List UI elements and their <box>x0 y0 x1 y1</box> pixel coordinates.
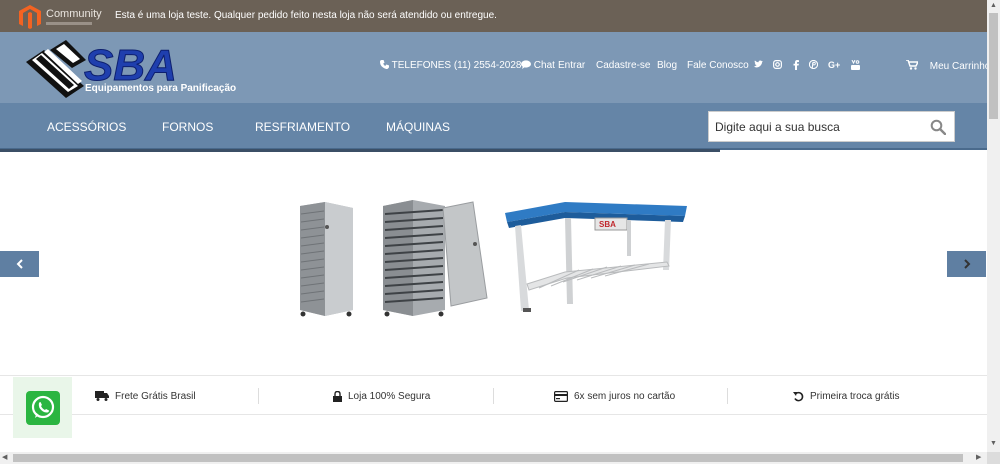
benefit-installments: 6x sem juros no cartão <box>554 376 675 416</box>
category-nav: ACESSÓRIOS FORNOS RESFRIAMENTO MÁQUINAS <box>0 103 987 150</box>
store-benefits-bar: Frete Grátis Brasil Loja 100% Segura 6x … <box>0 375 987 415</box>
chevron-right-icon <box>963 259 970 269</box>
truck-icon <box>95 391 109 401</box>
youtube-icon[interactable] <box>851 60 860 70</box>
undo-icon <box>793 391 804 401</box>
pinterest-icon[interactable] <box>809 60 818 69</box>
divider <box>258 388 259 404</box>
cart-icon <box>906 59 920 70</box>
horizontal-scrollbar[interactable]: ◀ ▶ <box>0 452 987 464</box>
chat-label: Chat <box>533 60 555 71</box>
site-header: SBA Equipamentos para Panificação TELEFO… <box>0 32 991 103</box>
phone-label: TELEFONES (11) 2554-2028 <box>391 60 522 71</box>
benefit-label: 6x sem juros no cartão <box>574 390 676 402</box>
whatsapp-icon <box>31 395 55 419</box>
chat-link[interactable]: Chat <box>521 60 555 71</box>
nav-item-resfriamento[interactable]: RESFRIAMENTO <box>255 120 350 134</box>
logo-stripes-icon <box>26 40 86 98</box>
scroll-right-arrow-icon[interactable]: ▶ <box>976 453 981 461</box>
carousel-prev-button[interactable] <box>0 251 39 277</box>
benefit-label: Loja 100% Segura <box>348 390 431 402</box>
blue-work-table-image: SBA <box>505 202 687 312</box>
benefit-first-exchange: Primeira troca grátis <box>793 376 899 416</box>
chat-bubble-icon <box>521 60 531 69</box>
divider <box>727 388 728 404</box>
login-link[interactable]: Entrar <box>558 60 585 71</box>
phone-icon <box>380 60 389 69</box>
demo-notice-bar: Community Esta é uma loja teste. Qualque… <box>0 0 987 32</box>
twitter-icon[interactable] <box>754 60 763 69</box>
demo-notice-message: Esta é uma loja teste. Qualquer pedido f… <box>115 10 497 21</box>
cart-link[interactable]: Meu Carrinho <box>906 59 991 72</box>
platform-sublabel <box>46 22 92 25</box>
credit-card-icon <box>554 390 568 402</box>
phone-link[interactable]: TELEFONES (11) 2554-2028 <box>380 60 522 71</box>
divider <box>493 388 494 404</box>
benefit-secure-store: Loja 100% Segura <box>333 376 430 416</box>
rack-open-image <box>383 200 488 317</box>
whatsapp-widget <box>13 377 72 438</box>
scroll-left-arrow-icon[interactable]: ◀ <box>2 453 7 461</box>
benefit-label: Frete Grátis Brasil <box>115 390 196 402</box>
svg-text:G+: G+ <box>828 60 840 69</box>
carousel-next-button[interactable] <box>947 251 986 277</box>
hero-carousel: SBA <box>0 152 987 374</box>
scrollbar-corner <box>987 452 1000 464</box>
whatsapp-button[interactable] <box>26 391 60 425</box>
svg-text:SBA: SBA <box>599 220 616 229</box>
rack-closed-image <box>300 202 353 317</box>
nav-item-fornos[interactable]: FORNOS <box>162 120 213 134</box>
vertical-scrollbar[interactable]: ▲ ▼ <box>987 0 1000 452</box>
facebook-icon[interactable] <box>793 60 799 70</box>
blog-link[interactable]: Blog <box>657 60 677 71</box>
search-icon[interactable] <box>930 119 946 135</box>
search-box <box>708 111 955 142</box>
search-input[interactable] <box>709 112 919 141</box>
horizontal-scroll-thumb[interactable] <box>13 454 963 462</box>
platform-label: Community <box>46 8 102 20</box>
brand-tagline: Equipamentos para Panificação <box>85 83 237 94</box>
banner-products-image: SBA <box>300 200 687 317</box>
scroll-up-arrow-icon[interactable]: ▲ <box>990 2 997 9</box>
chevron-left-icon <box>16 259 23 269</box>
vertical-scroll-thumb[interactable] <box>989 13 998 119</box>
google-plus-icon[interactable]: G+ <box>828 60 841 69</box>
scroll-down-arrow-icon[interactable]: ▼ <box>990 440 997 447</box>
register-link[interactable]: Cadastre-se <box>596 60 650 71</box>
magento-logo-icon <box>19 5 41 29</box>
lock-icon <box>333 390 342 402</box>
contact-link[interactable]: Fale Conosco <box>687 60 749 71</box>
instagram-icon[interactable] <box>773 60 782 69</box>
benefit-label: Primeira troca grátis <box>810 390 900 402</box>
benefit-free-shipping: Frete Grátis Brasil <box>95 376 196 416</box>
nav-item-maquinas[interactable]: MÁQUINAS <box>386 120 450 134</box>
cart-label: Meu Carrinho <box>929 61 991 72</box>
nav-item-acessorios[interactable]: ACESSÓRIOS <box>47 120 126 134</box>
